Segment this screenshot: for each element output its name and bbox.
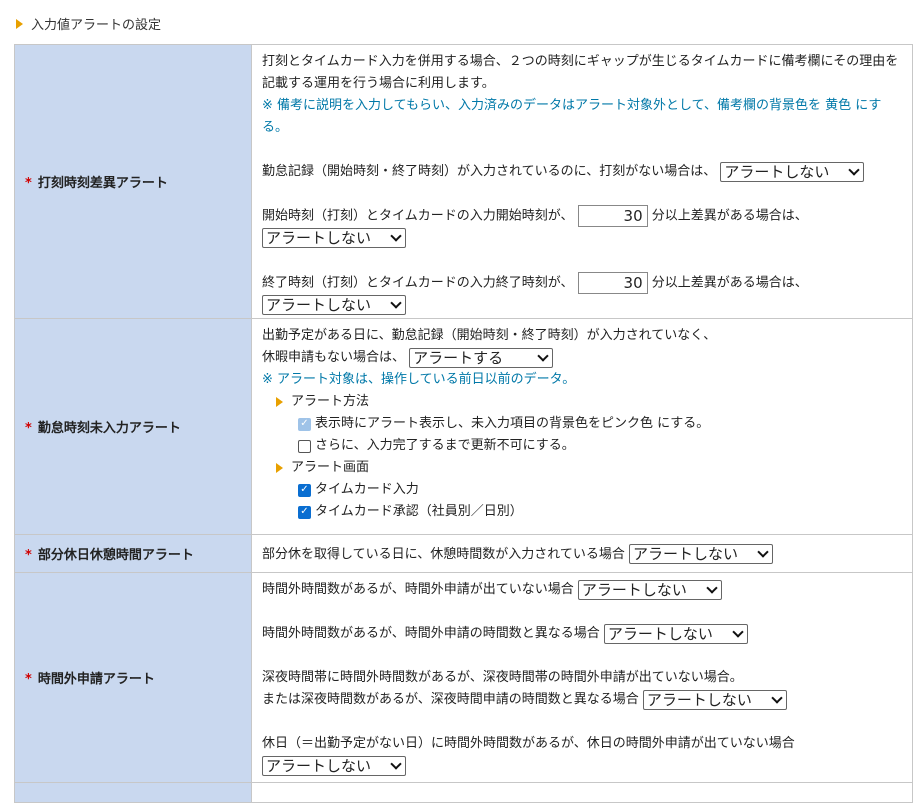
chevron-down-icon — [771, 691, 783, 704]
description-text: 打刻とタイムカード入力を併用する場合、２つの時刻にギャップが生じるタイムカードに… — [262, 54, 899, 91]
minutes-input[interactable]: 30 — [577, 205, 648, 227]
chevron-down-icon — [706, 581, 718, 594]
alert-select[interactable]: アラートしない — [603, 623, 748, 644]
alert-select[interactable]: アラートしない — [262, 755, 406, 776]
settings-row-partial-break: * 部分休日休憩時間アラート 部分休を取得している日に、休憩時間数が入力されている… — [14, 534, 913, 573]
select-value: アラートしない — [266, 229, 372, 247]
setting-text: 時間外時間数があるが、時間外申請が出ていない場合 — [262, 582, 574, 597]
settings-row-missing-time: * 勤怠時刻未入力アラート 出勤予定がある日に、勤怠記録（開始時刻・終了時刻）が入… — [14, 318, 913, 535]
sub-heading: アラート画面 — [262, 457, 902, 479]
row-label: 部分休日休憩時間アラート — [37, 548, 194, 563]
required-mark: * — [25, 672, 32, 687]
checkbox-checked-disabled: ✓ — [298, 417, 311, 431]
required-mark: * — [25, 421, 32, 436]
alert-settings-table: * 打刻時刻差異アラート 打刻とタイムカード入力を併用する場合、２つの時刻にギャッ… — [14, 44, 913, 803]
checkbox-label: タイムカード承認（社員別／日別） — [315, 504, 523, 519]
select-value: アラートしない — [632, 545, 738, 563]
row-label-cell: * 部分休日休憩時間アラート — [14, 534, 252, 573]
row-label-cell: * 打刻時刻差異アラート — [14, 44, 252, 319]
settings-row-punch-diff: * 打刻時刻差異アラート 打刻とタイムカード入力を併用する場合、２つの時刻にギャッ… — [14, 44, 913, 319]
alert-select[interactable]: アラートしない — [262, 228, 406, 248]
setting-text: 勤怠記録（開始時刻・終了時刻）が入力されているのに、打刻がない場合は、 — [262, 164, 717, 179]
setting-text: または深夜時間数があるが、深夜時間申請の時間数と異なる場合 — [262, 692, 639, 707]
setting-line: または深夜時間数があるが、深夜時間申請の時間数と異なる場合 アラートしない — [262, 689, 902, 711]
row-label-cell — [14, 782, 252, 803]
checkbox-row: ✓ タイムカード入力 — [262, 479, 902, 501]
select-value: アラートしない — [607, 624, 713, 643]
setting-text: 休暇申請もない場合は、 — [262, 350, 406, 365]
checkbox[interactable] — [298, 439, 311, 453]
setting-text: 開始時刻（打刻）とタイムカードの入力開始時刻が、 — [262, 208, 574, 224]
row-content: 部分休を取得している日に、休憩時間数が入力されている場合 アラートしない — [251, 534, 913, 573]
required-mark: * — [25, 176, 32, 191]
sub-heading-label: アラート方法 — [291, 394, 370, 409]
select-value: アラートしない — [581, 580, 687, 599]
sub-heading-label: アラート画面 — [291, 460, 370, 475]
alert-select[interactable]: アラートしない — [262, 294, 406, 315]
checkbox-label: さらに、入力完了するまで更新不可にする。 — [315, 438, 575, 453]
chevron-down-icon — [757, 546, 769, 558]
checkbox-row: ✓ 表示時にアラート表示し、未入力項目の背景色をピンク色 にする。 — [262, 413, 902, 435]
triangle-bullet-icon — [276, 463, 283, 473]
row-label: 打刻時刻差異アラート — [37, 176, 168, 191]
note-text: ※ 備考に説明を入力してもらい、入力済みのデータはアラート対象外として、備考欄の… — [262, 98, 882, 135]
row-label: 勤怠時刻未入力アラート — [37, 421, 181, 436]
row-label-cell: * 時間外申請アラート — [14, 572, 252, 783]
row-content: 出勤予定がある日に、勤怠記録（開始時刻・終了時刻）が入力されていなく、 休暇申請… — [251, 318, 913, 535]
checkbox-label: タイムカード入力 — [315, 482, 419, 497]
select-value: アラートしない — [266, 295, 372, 314]
row-content: 打刻とタイムカード入力を併用する場合、２つの時刻にギャップが生じるタイムカードに… — [251, 44, 913, 319]
section-title: 入力値アラートの設定 — [31, 18, 162, 33]
triangle-bullet-icon — [276, 397, 283, 407]
row-label: 時間外申請アラート — [37, 672, 155, 687]
alert-select[interactable]: アラートしない — [642, 689, 787, 710]
alert-select[interactable]: アラートしない — [628, 544, 773, 564]
required-mark: * — [25, 548, 32, 563]
sub-heading: アラート方法 — [262, 391, 902, 413]
setting-text: 終了時刻（打刻）とタイムカードの入力終了時刻が、 — [262, 275, 574, 290]
setting-text: 時間外時間数があるが、時間外申請の時間数と異なる場合 — [262, 626, 600, 641]
note-text: ※ アラート対象は、操作している前日以前のデータ。 — [262, 372, 576, 387]
settings-row-overtime: * 時間外申請アラート 時間外時間数があるが、時間外申請が出ていない場合 アラート… — [14, 572, 913, 783]
setting-line: 勤怠記録（開始時刻・終了時刻）が入力されているのに、打刻がない場合は、 アラート… — [262, 161, 902, 183]
checkbox-label: 表示時にアラート表示し、未入力項目の背景色をピンク色 にする。 — [315, 416, 710, 431]
row-label-cell: * 勤怠時刻未入力アラート — [14, 318, 252, 535]
setting-text: 部分休を取得している日に、休憩時間数が入力されている場合 — [262, 546, 625, 562]
alert-select[interactable]: アラートしない — [720, 161, 865, 182]
checkbox-row: ✓ タイムカード承認（社員別／日別） — [262, 501, 902, 523]
row-content — [251, 782, 913, 803]
select-value: アラートする — [413, 348, 504, 367]
setting-line: 休暇申請もない場合は、 アラートする — [262, 347, 902, 369]
row-content: 時間外時間数があるが、時間外申請が出ていない場合 アラートしない 時間外時間数が… — [251, 572, 913, 783]
select-value: アラートしない — [266, 756, 372, 775]
select-value: アラートしない — [724, 162, 830, 181]
checkbox-checked[interactable]: ✓ — [298, 505, 311, 519]
setting-text: 分以上差異がある場合は、 — [651, 208, 808, 224]
checkbox-checked[interactable]: ✓ — [298, 483, 311, 497]
setting-text: 深夜時間帯に時間外時間数があるが、深夜時間帯の時間外申請が出ていない場合。 — [262, 670, 743, 685]
setting-text: 分以上差異がある場合は、 — [651, 275, 808, 290]
setting-line: 終了時刻（打刻）とタイムカードの入力終了時刻が、 30 分以上差異がある場合は、 — [262, 271, 902, 295]
triangle-bullet-icon — [16, 18, 23, 29]
chevron-down-icon — [390, 296, 402, 309]
chevron-down-icon — [848, 163, 861, 176]
setting-line: 時間外時間数があるが、時間外申請が出ていない場合 アラートしない — [262, 579, 902, 601]
section-header: 入力値アラートの設定 — [16, 14, 161, 33]
setting-line: 開始時刻（打刻）とタイムカードの入力開始時刻が、 30 分以上差異がある場合は、 — [262, 205, 902, 228]
chevron-down-icon — [390, 230, 402, 242]
setting-line: 時間外時間数があるが、時間外申請の時間数と異なる場合 アラートしない — [262, 623, 902, 645]
select-value: アラートしない — [646, 690, 752, 709]
setting-text: 休日（＝出勤予定がない日）に時間外時間数があるが、休日の時間外申請が出ていない場… — [262, 736, 795, 751]
setting-text: 出勤予定がある日に、勤怠記録（開始時刻・終了時刻）が入力されていなく、 — [262, 328, 717, 343]
checkbox-row: さらに、入力完了するまで更新不可にする。 — [262, 435, 902, 457]
alert-select[interactable]: アラートする — [409, 347, 554, 368]
chevron-down-icon — [537, 349, 549, 362]
alert-select[interactable]: アラートしない — [577, 579, 722, 600]
minutes-input[interactable]: 30 — [577, 271, 648, 294]
chevron-down-icon — [732, 625, 744, 638]
settings-row-partial — [14, 782, 913, 803]
